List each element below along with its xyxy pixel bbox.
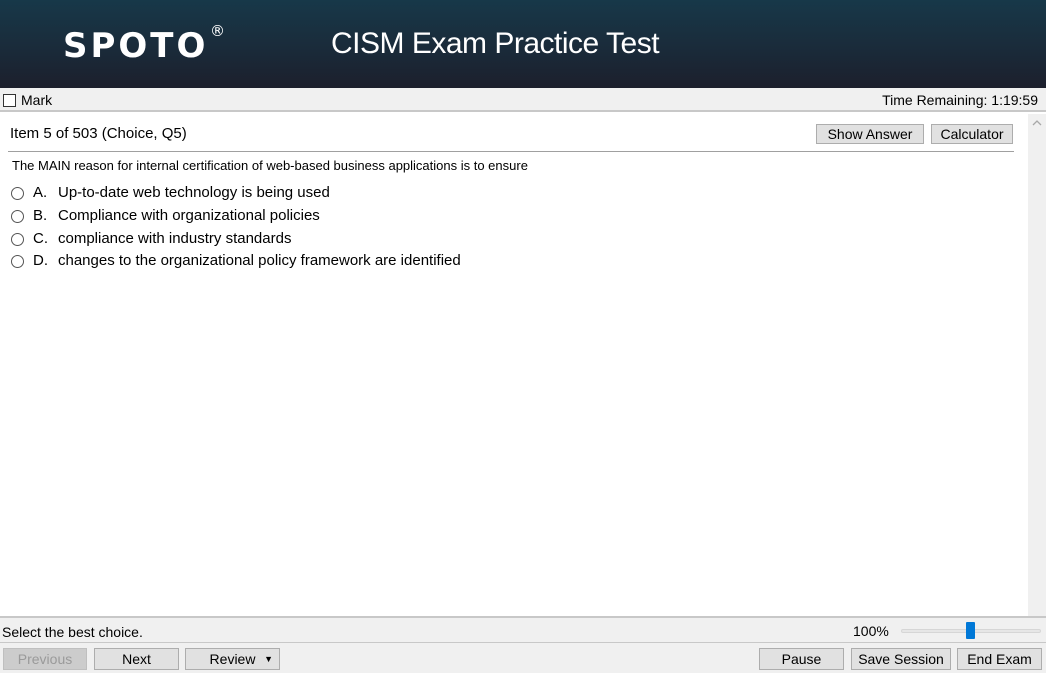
chevron-up-icon[interactable] [1032, 118, 1042, 128]
option-text[interactable]: changes to the organizational policy fra… [58, 252, 461, 269]
radio-button[interactable] [11, 210, 24, 223]
time-remaining: Time Remaining: 1:19:59 [882, 92, 1038, 108]
mark-label[interactable]: Mark [21, 92, 52, 108]
previous-button[interactable]: Previous [3, 648, 87, 670]
registered-mark: ® [210, 22, 225, 40]
option-text[interactable]: Compliance with organizational policies [58, 207, 320, 224]
show-answer-button[interactable]: Show Answer [816, 124, 924, 144]
radio-button[interactable] [11, 255, 24, 268]
navigation-bar: Previous Next Review ▼ Pause Save Sessio… [0, 643, 1046, 673]
review-button[interactable]: Review ▼ [185, 648, 280, 670]
question-panel: Item 5 of 503 (Choice, Q5) Show Answer C… [0, 114, 1028, 616]
status-bar: Select the best choice. 100% [0, 616, 1046, 643]
spoto-logo: SPOTO [63, 26, 209, 66]
option-letter: A. [33, 184, 48, 201]
app-title: CISM Exam Practice Test [331, 27, 660, 60]
divider [8, 151, 1014, 152]
option-letter: D. [33, 252, 48, 269]
calculator-button[interactable]: Calculator [931, 124, 1013, 144]
option-letter: B. [33, 207, 48, 224]
radio-button[interactable] [11, 233, 24, 246]
review-label: Review [209, 651, 256, 667]
end-exam-button[interactable]: End Exam [957, 648, 1042, 670]
app-header: SPOTO ® CISM Exam Practice Test [0, 0, 1046, 88]
zoom-slider-thumb[interactable] [966, 622, 975, 639]
mark-toolbar: Mark Time Remaining: 1:19:59 [0, 88, 1046, 112]
pause-button[interactable]: Pause [759, 648, 844, 670]
question-text: The MAIN reason for internal certificati… [12, 158, 528, 173]
save-session-button[interactable]: Save Session [851, 648, 951, 670]
option-letter: C. [33, 230, 48, 247]
option-text[interactable]: compliance with industry standards [58, 230, 291, 247]
item-title: Item 5 of 503 (Choice, Q5) [10, 125, 187, 142]
radio-button[interactable] [11, 187, 24, 200]
mark-checkbox[interactable] [3, 94, 16, 107]
next-button[interactable]: Next [94, 648, 179, 670]
option-text[interactable]: Up-to-date web technology is being used [58, 184, 330, 201]
caret-down-icon[interactable]: ▼ [264, 649, 273, 669]
zoom-level: 100% [853, 623, 889, 639]
instruction-text: Select the best choice. [2, 624, 143, 640]
vertical-scrollbar[interactable] [1028, 114, 1046, 616]
